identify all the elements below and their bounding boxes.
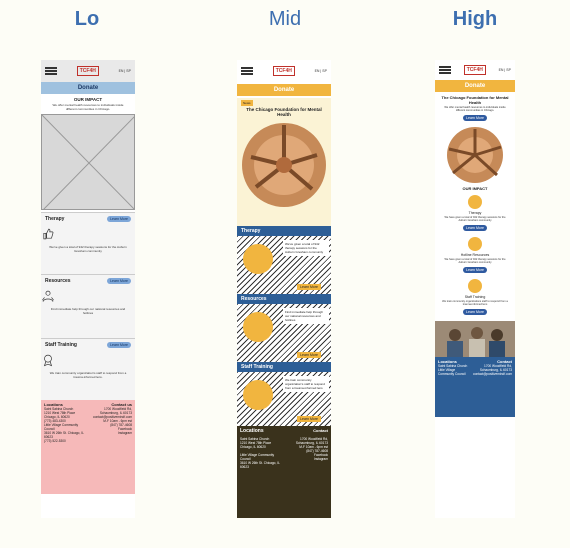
award-icon [468, 279, 482, 293]
location-1-address: 1210 West 78th Place Chicago, IL 60620 [44, 411, 76, 419]
lo-footer: Locations Saint Sabina Church 1210 West … [41, 400, 135, 494]
contact-address: 1700 Woodfield Rd, Schaumburg, IL 60173 [295, 437, 328, 445]
therapy-label: Therapy [237, 226, 331, 236]
location-2[interactable]: Little Village Community Council [438, 368, 466, 376]
hotline-text: We have given a total of 942 therapy ses… [444, 258, 506, 264]
high-footer: Locations Saint Sabina Church Little Vil… [435, 357, 515, 417]
logo[interactable]: TCF4H [272, 66, 295, 76]
hero-title: The Chicago Foundation for Mental Health [441, 95, 509, 105]
location-2-phone[interactable]: (773) 522-5300 [44, 439, 66, 443]
staff-text: We train community organizations staff t… [442, 300, 508, 306]
staff-label: Staff Training [237, 362, 331, 372]
high-column-title: High [452, 8, 498, 30]
mid-header: TCF4H EN | SP [237, 60, 331, 82]
high-header: TCF4H EN | SP [435, 60, 515, 80]
briefcase-icon [243, 312, 273, 342]
staff-learn-more[interactable]: Learn More [463, 309, 487, 315]
therapy-text: We've given a total of 942 therapy sessi… [283, 240, 329, 256]
therapy-text: We've given a total of 942 therapy sessi… [49, 245, 127, 253]
mid-resources-section: Resources Find immediate help through ou… [237, 294, 331, 362]
staff-text: We train community organization's staff … [49, 371, 127, 379]
briefcase-icon [468, 237, 482, 251]
award-icon [43, 354, 53, 367]
instagram-link[interactable]: Instagram [118, 431, 132, 435]
location-2[interactable]: Little Village Community Council [240, 453, 274, 461]
donate-button[interactable]: Donate [435, 80, 515, 92]
menu-icon[interactable] [241, 67, 253, 75]
language-toggle[interactable]: EN | SP [499, 68, 511, 72]
location-2[interactable]: Little Village Community Council [44, 423, 78, 431]
language-toggle[interactable]: EN | SP [315, 69, 327, 73]
hotline-learn-more[interactable]: Learn More [463, 267, 487, 273]
high-fi-mockup: TCF4H EN | SP Donate The Chicago Foundat… [435, 60, 515, 518]
instagram-link[interactable]: Instagram [314, 457, 328, 461]
lo-header: TCF4H EN | SP [41, 60, 135, 82]
location-2-address: 3610 W 26th St. Chicago, IL 60623 [240, 461, 280, 469]
resources-label: Resources [237, 294, 331, 304]
staff-text: We train community organization's staff … [283, 376, 329, 392]
hero-learn-more[interactable]: Learn More [463, 115, 487, 121]
therapy-section: Therapy Learn More We've given a total o… [41, 212, 135, 274]
staff-learn-more[interactable]: Learn More [107, 342, 131, 348]
hands-together-image [447, 127, 503, 183]
hands-together-image [242, 123, 326, 207]
impact-title: OUR IMPACT [462, 186, 488, 191]
donate-button[interactable]: Donate [237, 84, 331, 96]
hero-title: The Chicago Foundation for Mental Health [246, 107, 322, 117]
contact-email[interactable]: contact@positivemindf.com [473, 372, 512, 376]
staff-section: Staff Training Learn More We train commu… [41, 338, 135, 400]
award-icon [243, 380, 273, 410]
donate-button[interactable]: Donate [41, 82, 135, 94]
therapy-text: We have given a total of 942 therapy ses… [444, 216, 506, 222]
resources-learn-more[interactable]: Learn More [297, 352, 321, 358]
mid-fi-wireframe: TCF4H EN | SP Donate News The Chicago Fo… [237, 60, 331, 518]
staff-learn-more[interactable]: Learn More [297, 416, 321, 422]
mid-column-title: Mid [268, 8, 302, 30]
location-2-address: 3610 W 26th St. Chicago, IL 60623 [44, 431, 84, 439]
language-toggle[interactable]: EN | SP [119, 69, 131, 73]
contact-address: 1700 Woodfield Rd, Schaumburg, IL 60173 [479, 364, 512, 372]
menu-icon[interactable] [45, 67, 57, 75]
therapy-icon [468, 195, 482, 209]
lo-column-title: Lo [74, 8, 100, 30]
image-placeholder [41, 114, 135, 210]
community-photo-graphic [435, 321, 515, 357]
impact-text: We offer mental health resources to indi… [52, 103, 124, 111]
therapy-learn-more[interactable]: Learn More [297, 284, 321, 290]
resources-text: Find immediate help through our national… [50, 307, 126, 315]
therapy-learn-more[interactable]: Learn More [463, 225, 487, 231]
hero-text: We offer mental health resources to indi… [444, 106, 506, 112]
resources-learn-more[interactable]: Learn More [107, 278, 131, 284]
mid-footer: Locations Saint Sabina Church 1210 West … [237, 426, 331, 518]
resources-text: Find immediate help through our national… [283, 308, 329, 324]
lo-fi-wireframe: TCF4H EN | SP Donate OUR IMPACT We offer… [41, 60, 135, 518]
locations-heading: Locations [240, 428, 264, 434]
contact-address: 1700 Woodfield Rd, Schaumburg, IL 60173 [99, 407, 132, 415]
news-tag[interactable]: News [241, 100, 253, 106]
community-photo [435, 321, 515, 357]
logo[interactable]: TCF4H [463, 65, 486, 75]
placeholder-cross-icon [42, 115, 134, 209]
therapy-learn-more[interactable]: Learn More [107, 216, 131, 222]
contact-heading: Contact [313, 428, 328, 433]
mid-staff-section: Staff Training We train community organi… [237, 362, 331, 426]
therapy-icon [243, 244, 273, 274]
logo[interactable]: TCF4H [76, 66, 99, 76]
thumbs-up-icon [43, 228, 54, 240]
location-1-address: 1210 West 78th Place Chicago, IL 60620 [240, 441, 272, 449]
mid-therapy-section: Therapy We've given a total of 942 thera… [237, 226, 331, 294]
support-people-icon [42, 290, 54, 302]
menu-icon[interactable] [439, 66, 451, 74]
mid-hero: News The Chicago Foundation for Mental H… [237, 98, 331, 226]
resources-section: Resources Learn More Find immediate help… [41, 274, 135, 338]
